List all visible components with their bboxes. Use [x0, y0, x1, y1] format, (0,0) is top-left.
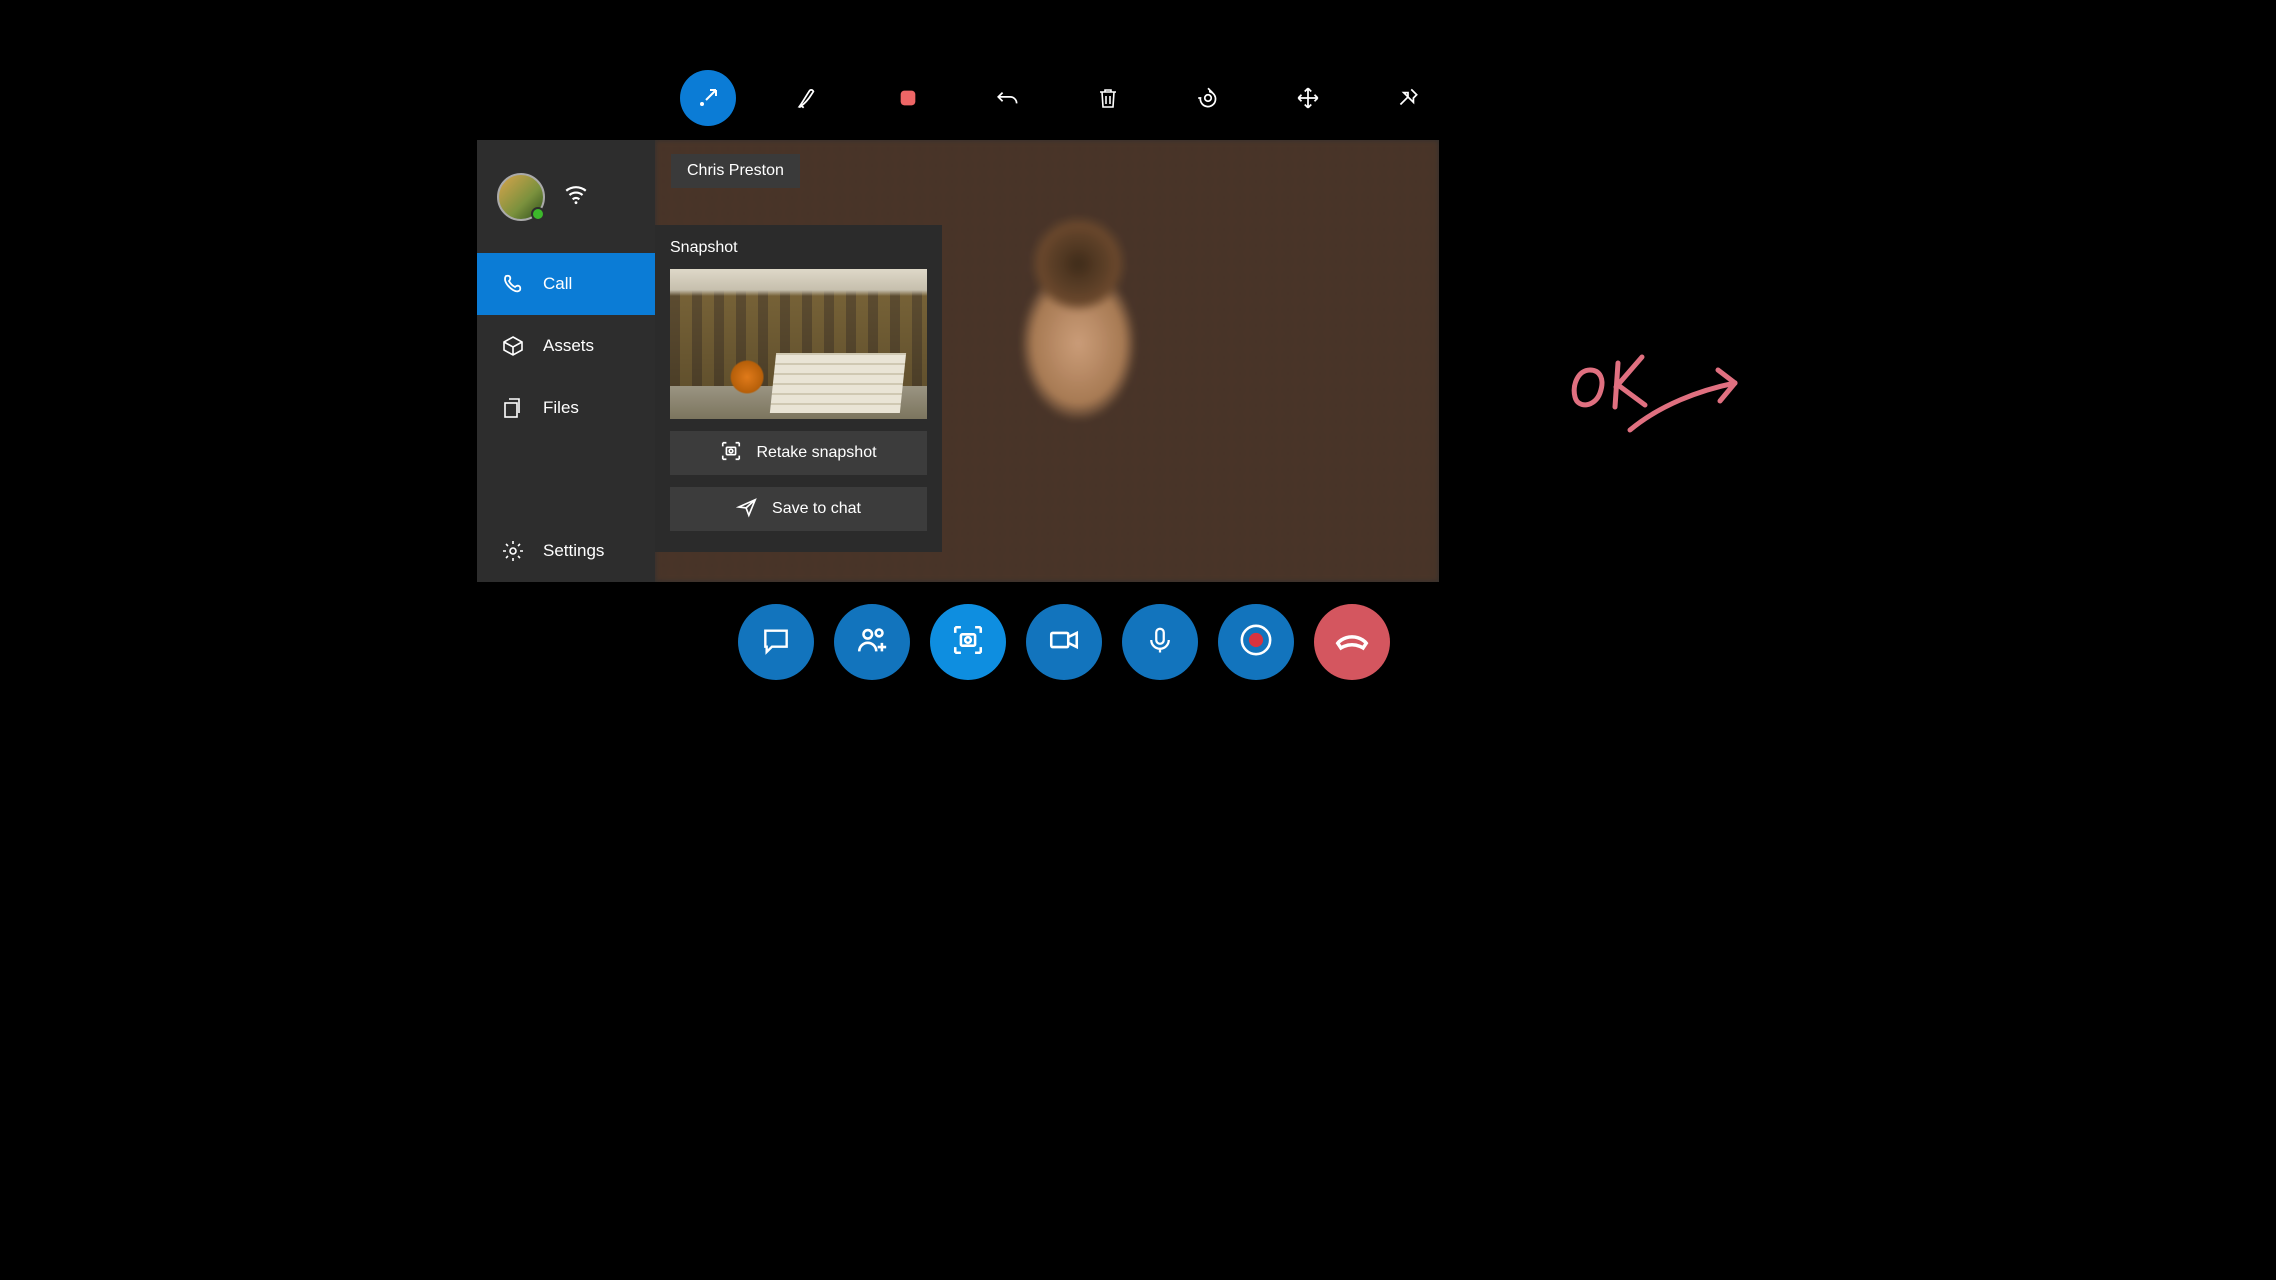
snapshot-button[interactable]	[930, 604, 1006, 680]
save-to-chat-button[interactable]: Save to chat	[670, 487, 927, 531]
annotation-toolbar	[680, 70, 1436, 126]
video-icon	[1047, 623, 1081, 662]
chat-button[interactable]	[738, 604, 814, 680]
snapshot-thumbnail[interactable]	[670, 269, 927, 419]
sidebar: Call Assets Files	[477, 140, 655, 582]
move-button[interactable]	[1280, 70, 1336, 126]
sidebar-item-settings[interactable]: Settings	[477, 520, 655, 582]
retake-snapshot-button[interactable]: Retake snapshot	[670, 431, 927, 475]
sidebar-item-files[interactable]: Files	[477, 377, 655, 439]
sidebar-nav: Call Assets Files	[477, 253, 655, 439]
undo-button[interactable]	[980, 70, 1036, 126]
trash-button[interactable]	[1080, 70, 1136, 126]
sidebar-item-assets[interactable]: Assets	[477, 315, 655, 377]
people-add-icon	[855, 623, 889, 662]
hangup-button[interactable]	[1314, 604, 1390, 680]
caller-name-badge: Chris Preston	[671, 154, 800, 188]
phone-icon	[499, 272, 527, 296]
pin-button[interactable]	[1380, 70, 1436, 126]
camera-frame-icon	[720, 440, 742, 467]
record-button[interactable]	[1218, 604, 1294, 680]
chat-icon	[760, 624, 792, 661]
video-button[interactable]	[1026, 604, 1102, 680]
mic-icon	[1145, 625, 1175, 660]
sidebar-header	[477, 140, 655, 253]
hangup-icon	[1333, 621, 1371, 664]
pin-icon	[1395, 85, 1421, 111]
sidebar-item-label: Assets	[543, 336, 594, 356]
snapshot-title: Snapshot	[670, 239, 927, 257]
target-icon	[1195, 85, 1221, 111]
hand-annotation	[1560, 335, 1770, 450]
presence-badge	[531, 207, 545, 221]
sidebar-item-label: Files	[543, 398, 579, 418]
pen-button[interactable]	[780, 70, 836, 126]
wifi-icon	[563, 181, 589, 212]
retake-label: Retake snapshot	[756, 444, 876, 462]
call-toolbar	[738, 604, 1390, 680]
sidebar-item-call[interactable]: Call	[477, 253, 655, 315]
snapshot-panel: Snapshot Retake snapshot Save to chat	[655, 225, 942, 552]
collapse-icon	[696, 86, 720, 110]
save-label: Save to chat	[772, 500, 861, 518]
user-avatar[interactable]	[497, 173, 545, 221]
trash-icon	[1096, 86, 1120, 110]
caller-name: Chris Preston	[687, 162, 784, 179]
record-icon	[1239, 623, 1273, 662]
stop-button[interactable]	[880, 70, 936, 126]
mic-button[interactable]	[1122, 604, 1198, 680]
stop-icon	[897, 87, 919, 109]
add-people-button[interactable]	[834, 604, 910, 680]
move-arrows-icon	[1295, 85, 1321, 111]
gear-icon	[499, 539, 527, 563]
remote-assist-window: Call Assets Files	[477, 140, 1439, 582]
sidebar-item-label: Call	[543, 274, 572, 294]
files-icon	[499, 396, 527, 420]
box-icon	[499, 334, 527, 358]
camera-icon	[951, 623, 985, 662]
undo-icon	[995, 85, 1021, 111]
pen-icon	[795, 85, 821, 111]
send-icon	[736, 496, 758, 523]
screen: Call Assets Files	[410, 0, 1866, 819]
target-button[interactable]	[1180, 70, 1236, 126]
collapse-button[interactable]	[680, 70, 736, 126]
sidebar-item-label: Settings	[543, 541, 604, 561]
